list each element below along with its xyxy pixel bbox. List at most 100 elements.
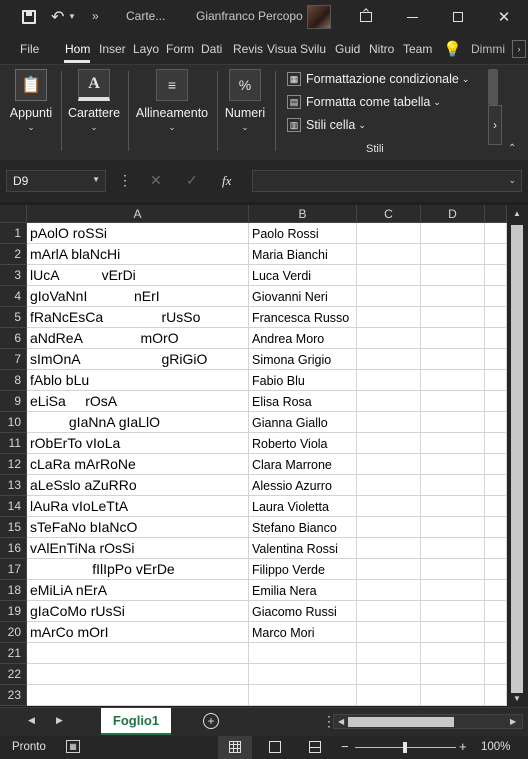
cell-e[interactable] — [485, 664, 507, 685]
cell-c[interactable] — [357, 223, 421, 244]
zoom-in-icon[interactable]: + — [459, 739, 467, 754]
cell-d[interactable] — [421, 328, 485, 349]
name-box[interactable]: D9 ▼ — [6, 170, 106, 192]
cell-c[interactable] — [357, 454, 421, 475]
cell-b[interactable]: Simona Grigio — [249, 349, 357, 370]
page-layout-icon[interactable] — [269, 741, 281, 753]
cell-a[interactable]: gIoVaNnI nErI — [27, 286, 249, 307]
cell-d[interactable] — [421, 286, 485, 307]
tab-data[interactable]: Dati — [201, 42, 222, 56]
row-header[interactable]: 2 — [0, 244, 27, 265]
cell-c[interactable] — [357, 601, 421, 622]
row-header[interactable]: 3 — [0, 265, 27, 286]
more-options-icon[interactable]: ⋮ — [118, 172, 132, 189]
insert-function-icon[interactable]: fx — [222, 173, 231, 189]
ribbon-scroll-right-icon[interactable]: › — [488, 105, 502, 145]
cell-b[interactable]: Paolo Rossi — [249, 223, 357, 244]
zoom-slider[interactable] — [355, 742, 456, 753]
cell-c[interactable] — [357, 664, 421, 685]
cell-e[interactable] — [485, 538, 507, 559]
cell-d[interactable] — [421, 538, 485, 559]
cell-d[interactable] — [421, 496, 485, 517]
cell-a[interactable]: gIaNnA gIaLlO — [27, 412, 249, 433]
select-all-corner[interactable] — [0, 205, 27, 223]
prev-sheet-icon[interactable]: ◀ — [28, 715, 35, 726]
cell-b[interactable]: Elisa Rosa — [249, 391, 357, 412]
cell-b[interactable]: Stefano Bianco — [249, 517, 357, 538]
cell-c[interactable] — [357, 433, 421, 454]
tab-home[interactable]: Hom — [65, 42, 90, 56]
cell-e[interactable] — [485, 349, 507, 370]
cell-b[interactable]: Maria Bianchi — [249, 244, 357, 265]
cell-b[interactable]: Giovanni Neri — [249, 286, 357, 307]
group-clipboard[interactable]: 📋 Appunti ⌄ — [6, 69, 56, 133]
tab-team[interactable]: Team — [403, 42, 432, 56]
row-header[interactable]: 11 — [0, 433, 27, 454]
cell-b[interactable]: Clara Marrone — [249, 454, 357, 475]
zoom-out-icon[interactable]: − — [341, 739, 349, 754]
cell-d[interactable] — [421, 433, 485, 454]
row-header[interactable]: 14 — [0, 496, 27, 517]
cell-styles-button[interactable]: ▥ Stili cella ⌄ — [287, 118, 366, 132]
sheet-tab-foglio1[interactable]: Foglio1 — [101, 708, 171, 735]
plus-circle-icon[interactable]: + — [203, 713, 219, 729]
zoom-slider-thumb[interactable] — [403, 742, 407, 753]
tab-guide[interactable]: Guid — [335, 42, 360, 56]
row-header[interactable]: 15 — [0, 517, 27, 538]
cell-a[interactable]: aNdReA mOrO — [27, 328, 249, 349]
collapse-ribbon-icon[interactable]: ⌃ — [508, 143, 516, 154]
chevron-double-right-icon[interactable]: » — [92, 9, 99, 23]
column-header-d[interactable]: D — [421, 205, 485, 223]
cell-e[interactable] — [485, 433, 507, 454]
row-header[interactable]: 17 — [0, 559, 27, 580]
cell-a[interactable]: aLeSslo aZuRRo — [27, 475, 249, 496]
cell-c[interactable] — [357, 349, 421, 370]
scroll-down-icon[interactable]: ▼ — [513, 694, 521, 703]
cell-e[interactable] — [485, 601, 507, 622]
cell-d[interactable] — [421, 601, 485, 622]
cell-a[interactable] — [27, 664, 249, 685]
cell-b[interactable]: Emilia Nera — [249, 580, 357, 601]
cell-a[interactable]: fRaNcEsCa rUsSo — [27, 307, 249, 328]
cell-e[interactable] — [485, 391, 507, 412]
column-header-a[interactable]: A — [27, 205, 249, 223]
tab-review[interactable]: Revis — [233, 42, 263, 56]
cell-c[interactable] — [357, 580, 421, 601]
format-as-table-button[interactable]: ▤ Formatta come tabella ⌄ — [287, 95, 441, 109]
row-header[interactable]: 9 — [0, 391, 27, 412]
cell-d[interactable] — [421, 643, 485, 664]
cell-e[interactable] — [485, 286, 507, 307]
cell-c[interactable] — [357, 622, 421, 643]
cell-e[interactable] — [485, 685, 507, 706]
cell-a[interactable]: rObErTo vIoLa — [27, 433, 249, 454]
cell-e[interactable] — [485, 328, 507, 349]
cell-e[interactable] — [485, 580, 507, 601]
cell-c[interactable] — [357, 265, 421, 286]
row-header[interactable]: 22 — [0, 664, 27, 685]
restore-window-icon[interactable] — [343, 0, 389, 34]
cell-a[interactable]: gIaCoMo rUsSi — [27, 601, 249, 622]
save-icon[interactable] — [22, 10, 36, 24]
cell-e[interactable] — [485, 517, 507, 538]
avatar[interactable] — [307, 5, 331, 29]
cell-e[interactable] — [485, 559, 507, 580]
tab-developer[interactable]: Svilu — [300, 42, 326, 56]
cell-b[interactable]: Fabio Blu — [249, 370, 357, 391]
row-header[interactable]: 8 — [0, 370, 27, 391]
row-header[interactable]: 6 — [0, 328, 27, 349]
cell-b[interactable]: Francesca Russo — [249, 307, 357, 328]
cell-e[interactable] — [485, 307, 507, 328]
cell-d[interactable] — [421, 622, 485, 643]
row-header[interactable]: 19 — [0, 601, 27, 622]
tell-me-search[interactable]: Dimmi — [471, 42, 505, 56]
group-alignment[interactable]: ≡ Allineamento ⌄ — [133, 69, 211, 133]
cell-b[interactable]: Giacomo Russi — [249, 601, 357, 622]
group-font[interactable]: A Carattere ⌄ — [66, 69, 122, 133]
cell-e[interactable] — [485, 643, 507, 664]
cell-c[interactable] — [357, 328, 421, 349]
row-header[interactable]: 23 — [0, 685, 27, 706]
cell-c[interactable] — [357, 307, 421, 328]
cell-e[interactable] — [485, 454, 507, 475]
cell-c[interactable] — [357, 517, 421, 538]
lightbulb-icon[interactable]: 💡 — [443, 40, 462, 58]
